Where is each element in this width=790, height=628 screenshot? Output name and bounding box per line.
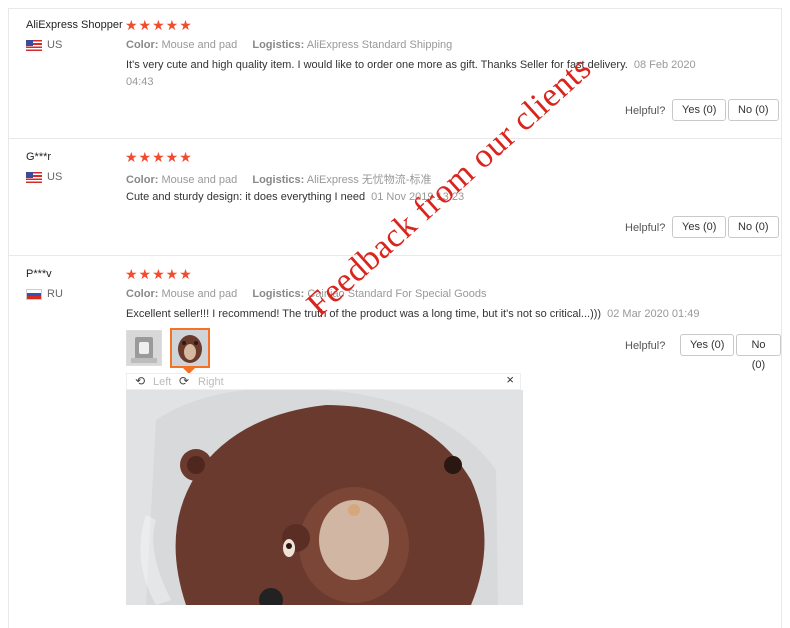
star-rating: ★★★★★ — [125, 17, 193, 33]
reviewer-name: AliExpress Shopper — [26, 19, 123, 31]
reviewer-country: US — [26, 171, 62, 183]
rotate-left-icon[interactable]: ⟲ — [135, 374, 145, 388]
review-meta: Color: Mouse and pad Logistics: AliExpre… — [126, 39, 464, 51]
star-rating: ★★★★★ — [125, 266, 193, 282]
rotate-right-icon[interactable]: ⟳ — [179, 374, 189, 388]
color-label: Color: — [126, 174, 159, 186]
helpful-no-button[interactable]: No (0) — [736, 334, 781, 371]
review-photo-thumbnail[interactable] — [126, 330, 162, 366]
us-flag-icon — [26, 171, 42, 183]
rotate-right-label[interactable]: Right — [198, 376, 224, 388]
review-text: Excellent seller!!! I recommend! The tru… — [126, 306, 746, 323]
logistics-label: Logistics: — [252, 288, 305, 300]
logistics-value: AliExpress 无忧物流-标准 — [306, 174, 432, 186]
color-label: Color: — [126, 288, 159, 300]
helpful-label: Helpful? — [625, 105, 666, 117]
review-body: Cute and sturdy design: it does everythi… — [126, 191, 366, 203]
country-code: US — [47, 39, 63, 51]
color-value: Mouse and pad — [161, 174, 238, 186]
logistics-label: Logistics: — [252, 39, 305, 51]
review-date: 02 Mar 2020 01:49 — [607, 308, 700, 320]
image-viewer-toolbar: ⟲ Left ⟳ Right × — [126, 372, 521, 390]
review-photo-thumbnail-selected[interactable] — [170, 328, 210, 368]
review-item: AliExpress Shopper US ★★★★★ Color: Mouse… — [9, 9, 781, 139]
rotate-left-label[interactable]: Left — [153, 376, 171, 388]
helpful-yes-button[interactable]: Yes (0) — [680, 334, 735, 356]
ru-flag-icon — [26, 288, 42, 300]
helpful-label: Helpful? — [625, 222, 666, 234]
logistics-value: AliExpress Standard Shipping — [306, 39, 453, 51]
us-flag-icon — [26, 39, 42, 51]
helpful-label: Helpful? — [625, 340, 666, 352]
helpful-yes-button[interactable]: Yes (0) — [672, 99, 727, 121]
star-rating: ★★★★★ — [125, 149, 193, 165]
country-code: RU — [47, 288, 63, 300]
color-label: Color: — [126, 39, 159, 51]
reviewer-country: US — [26, 39, 62, 51]
reviewer-name: P***v — [26, 268, 52, 280]
review-meta: Color: Mouse and pad Logistics: AliExpre… — [126, 171, 443, 187]
review-text: It's very cute and high quality item. I … — [126, 57, 706, 91]
color-value: Mouse and pad — [161, 288, 238, 300]
helpful-no-button[interactable]: No (0) — [728, 216, 779, 238]
review-photo-enlarged — [126, 390, 523, 605]
reviewer-name: G***r — [26, 151, 52, 163]
close-icon[interactable]: × — [506, 372, 514, 387]
helpful-yes-button[interactable]: Yes (0) — [672, 216, 727, 238]
country-code: US — [47, 171, 63, 183]
logistics-label: Logistics: — [252, 174, 305, 186]
reviewer-country: RU — [26, 288, 63, 300]
helpful-no-button[interactable]: No (0) — [728, 99, 779, 121]
color-value: Mouse and pad — [161, 39, 238, 51]
review-body: Excellent seller!!! I recommend! The tru… — [126, 308, 602, 320]
